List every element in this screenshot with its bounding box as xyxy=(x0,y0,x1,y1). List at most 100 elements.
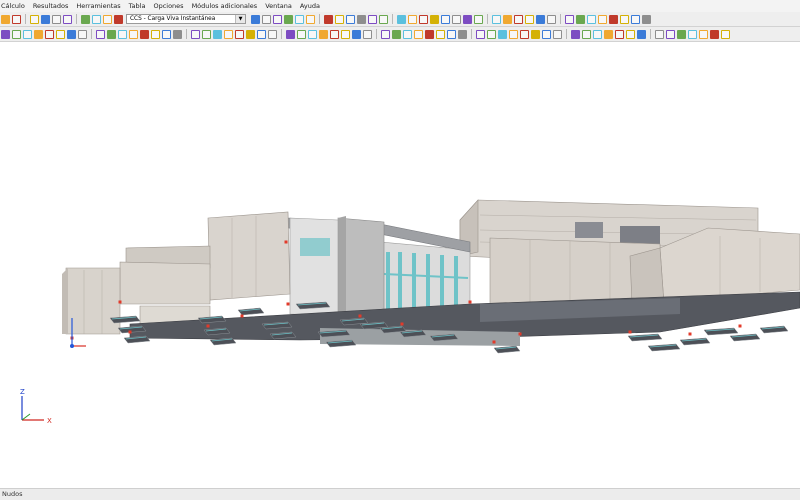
toolbar-view-tool-icon[interactable] xyxy=(620,14,629,24)
toolbar-view-tool-icon[interactable] xyxy=(609,14,618,24)
toolbar-view-tool-icon[interactable] xyxy=(463,14,472,24)
toolbar-view-tool-icon[interactable] xyxy=(295,14,304,24)
toolbar-view-tool-icon[interactable] xyxy=(324,14,333,24)
toolbar-edit-tool-icon[interactable] xyxy=(107,29,116,39)
toolbar-tool-icon[interactable] xyxy=(92,14,101,24)
toolbar-edit-tool-icon[interactable] xyxy=(45,29,54,39)
toolbar-edit-tool-icon[interactable] xyxy=(286,29,295,39)
toolbar-edit-tool-icon[interactable] xyxy=(487,29,496,39)
toolbar-view-tool-icon[interactable] xyxy=(284,14,293,24)
toolbar-view-tool-icon[interactable] xyxy=(346,14,355,24)
support-node[interactable] xyxy=(688,332,692,336)
toolbar-view-tool-icon[interactable] xyxy=(474,14,483,24)
toolbar-tool-icon[interactable] xyxy=(52,14,61,24)
menu-herramientas[interactable]: Herramientas xyxy=(72,2,124,10)
support-node[interactable] xyxy=(492,340,496,344)
toolbar-edit-tool-icon[interactable] xyxy=(509,29,518,39)
toolbar-view-tool-icon[interactable] xyxy=(379,14,388,24)
toolbar-edit-tool-icon[interactable] xyxy=(520,29,529,39)
toolbar-edit-tool-icon[interactable] xyxy=(118,29,127,39)
toolbar-view-tool-icon[interactable] xyxy=(251,14,260,24)
toolbar-edit-tool-icon[interactable] xyxy=(476,29,485,39)
toolbar-view-tool-icon[interactable] xyxy=(642,14,651,24)
toolbar-edit-tool-icon[interactable] xyxy=(699,29,708,39)
toolbar-view-tool-icon[interactable] xyxy=(441,14,450,24)
toolbar-view-tool-icon[interactable] xyxy=(598,14,607,24)
toolbar-tool-icon[interactable] xyxy=(114,14,123,24)
menu-opciones[interactable]: Opciones xyxy=(149,2,187,10)
toolbar-view-tool-icon[interactable] xyxy=(503,14,512,24)
menu-ventana[interactable]: Ventana xyxy=(261,2,296,10)
toolbar-edit-tool-icon[interactable] xyxy=(96,29,105,39)
support-node[interactable] xyxy=(628,330,632,334)
toolbar-edit-tool-icon[interactable] xyxy=(436,29,445,39)
toolbar-edit-tool-icon[interactable] xyxy=(162,29,171,39)
toolbar-edit-tool-icon[interactable] xyxy=(213,29,222,39)
toolbar-edit-tool-icon[interactable] xyxy=(542,29,551,39)
toolbar-edit-tool-icon[interactable] xyxy=(531,29,540,39)
toolbar-edit-tool-icon[interactable] xyxy=(67,29,76,39)
toolbar-edit-tool-icon[interactable] xyxy=(571,29,580,39)
toolbar-edit-tool-icon[interactable] xyxy=(626,29,635,39)
toolbar-edit-tool-icon[interactable] xyxy=(151,29,160,39)
toolbar-tool-icon[interactable] xyxy=(63,14,72,24)
toolbar-edit-tool-icon[interactable] xyxy=(352,29,361,39)
toolbar-tool-icon[interactable] xyxy=(41,14,50,24)
toolbar-edit-tool-icon[interactable] xyxy=(246,29,255,39)
toolbar-edit-tool-icon[interactable] xyxy=(268,29,277,39)
toolbar-edit-tool-icon[interactable] xyxy=(604,29,613,39)
toolbar-view-tool-icon[interactable] xyxy=(335,14,344,24)
toolbar-edit-tool-icon[interactable] xyxy=(425,29,434,39)
toolbar-edit-tool-icon[interactable] xyxy=(392,29,401,39)
support-node[interactable] xyxy=(284,240,288,244)
toolbar-view-tool-icon[interactable] xyxy=(565,14,574,24)
menu-tabla[interactable]: Tabla xyxy=(125,2,150,10)
toolbar-edit-tool-icon[interactable] xyxy=(78,29,87,39)
toolbar-edit-tool-icon[interactable] xyxy=(666,29,675,39)
toolbar-view-tool-icon[interactable] xyxy=(397,14,406,24)
toolbar-edit-tool-icon[interactable] xyxy=(458,29,467,39)
toolbar-edit-tool-icon[interactable] xyxy=(710,29,719,39)
toolbar-edit-tool-icon[interactable] xyxy=(257,29,266,39)
toolbar-edit-tool-icon[interactable] xyxy=(414,29,423,39)
toolbar-edit-tool-icon[interactable] xyxy=(553,29,562,39)
support-node[interactable] xyxy=(468,300,472,304)
toolbar-edit-tool-icon[interactable] xyxy=(330,29,339,39)
toolbar-view-tool-icon[interactable] xyxy=(525,14,534,24)
toolbar-edit-tool-icon[interactable] xyxy=(721,29,730,39)
toolbar-view-tool-icon[interactable] xyxy=(357,14,366,24)
toolbar-edit-tool-icon[interactable] xyxy=(341,29,350,39)
toolbar-edit-tool-icon[interactable] xyxy=(677,29,686,39)
toolbar-edit-tool-icon[interactable] xyxy=(12,29,21,39)
toolbar-edit-tool-icon[interactable] xyxy=(173,29,182,39)
toolbar-edit-tool-icon[interactable] xyxy=(235,29,244,39)
toolbar-view-tool-icon[interactable] xyxy=(631,14,640,24)
toolbar-edit-tool-icon[interactable] xyxy=(615,29,624,39)
toolbar-view-tool-icon[interactable] xyxy=(492,14,501,24)
toolbar-view-tool-icon[interactable] xyxy=(452,14,461,24)
toolbar-tool-icon[interactable] xyxy=(81,14,90,24)
toolbar-view-tool-icon[interactable] xyxy=(306,14,315,24)
menu-resultados[interactable]: Resultados xyxy=(29,2,73,10)
toolbar-view-tool-icon[interactable] xyxy=(536,14,545,24)
support-node[interactable] xyxy=(400,322,404,326)
toolbar-edit-tool-icon[interactable] xyxy=(56,29,65,39)
toolbar-view-tool-icon[interactable] xyxy=(514,14,523,24)
toolbar-edit-tool-icon[interactable] xyxy=(202,29,211,39)
chevron-down-icon[interactable]: ▼ xyxy=(235,15,245,23)
toolbar-tool-icon[interactable] xyxy=(12,14,21,24)
support-node[interactable] xyxy=(118,300,122,304)
model-viewport[interactable]: Z X xyxy=(0,42,800,488)
load-case-select[interactable]: CCS - Carga Viva Instantánea ▼ xyxy=(126,14,246,24)
menu-modulos-adicionales[interactable]: Módulos adicionales xyxy=(188,2,262,10)
toolbar-edit-tool-icon[interactable] xyxy=(498,29,507,39)
support-node[interactable] xyxy=(286,302,290,306)
toolbar-view-tool-icon[interactable] xyxy=(273,14,282,24)
toolbar-view-tool-icon[interactable] xyxy=(262,14,271,24)
toolbar-view-tool-icon[interactable] xyxy=(408,14,417,24)
toolbar-tool-icon[interactable] xyxy=(1,14,10,24)
toolbar-edit-tool-icon[interactable] xyxy=(319,29,328,39)
toolbar-view-tool-icon[interactable] xyxy=(547,14,556,24)
toolbar-edit-tool-icon[interactable] xyxy=(129,29,138,39)
toolbar-view-tool-icon[interactable] xyxy=(419,14,428,24)
